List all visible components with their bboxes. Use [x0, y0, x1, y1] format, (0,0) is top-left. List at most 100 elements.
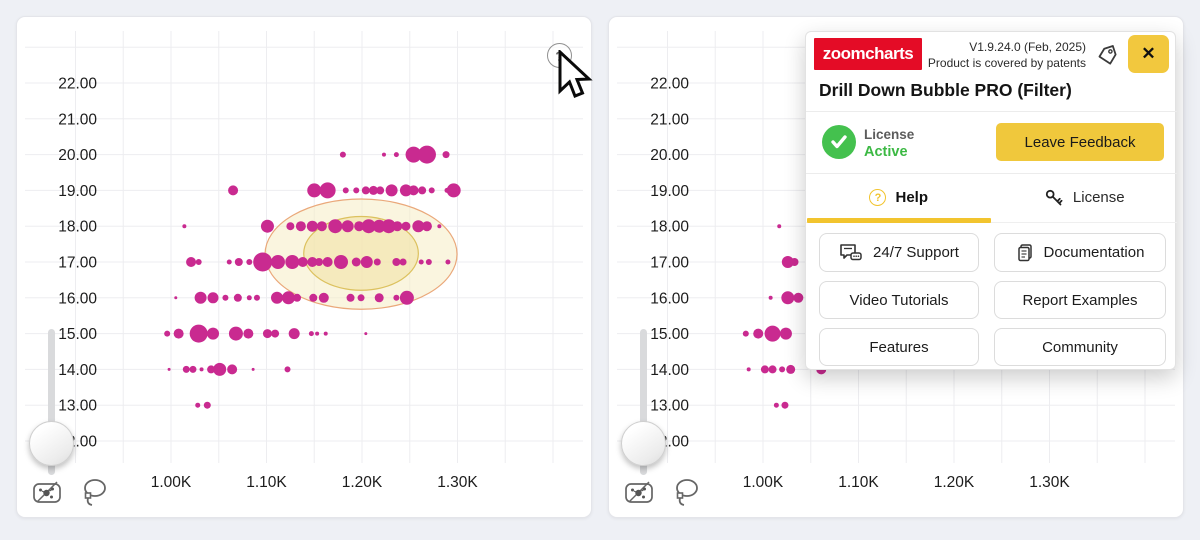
data-bubble[interactable] — [234, 294, 242, 302]
graph-mode-button[interactable] — [621, 475, 657, 511]
data-bubble[interactable] — [309, 294, 317, 302]
data-bubble[interactable] — [296, 221, 306, 231]
lasso-select-button[interactable] — [77, 475, 113, 511]
data-bubble[interactable] — [271, 330, 279, 338]
data-bubble[interactable] — [174, 296, 177, 299]
data-bubble[interactable] — [253, 253, 272, 272]
data-bubble[interactable] — [779, 366, 785, 372]
data-bubble[interactable] — [328, 219, 342, 233]
data-bubble[interactable] — [753, 329, 763, 339]
data-bubble[interactable] — [382, 153, 386, 157]
data-bubble[interactable] — [419, 260, 424, 265]
data-bubble[interactable] — [271, 292, 283, 304]
tab-help[interactable]: ? Help — [806, 173, 992, 222]
leave-feedback-button[interactable]: Leave Feedback — [996, 123, 1164, 161]
data-bubble[interactable] — [200, 367, 204, 371]
data-bubble[interactable] — [422, 221, 432, 231]
data-bubble[interactable] — [190, 325, 208, 343]
data-bubble[interactable] — [261, 220, 274, 233]
data-bubble[interactable] — [443, 151, 450, 158]
data-bubble[interactable] — [791, 258, 799, 266]
data-bubble[interactable] — [394, 152, 399, 157]
data-bubble[interactable] — [747, 367, 751, 371]
data-bubble[interactable] — [174, 329, 184, 339]
documentation-button[interactable]: Documentation — [994, 233, 1166, 272]
data-bubble[interactable] — [227, 260, 232, 265]
data-bubble[interactable] — [392, 221, 402, 231]
data-bubble[interactable] — [298, 257, 308, 267]
data-bubble[interactable] — [352, 258, 361, 267]
data-bubble[interactable] — [195, 403, 200, 408]
data-bubble[interactable] — [769, 296, 773, 300]
data-bubble[interactable] — [393, 295, 399, 301]
data-bubble[interactable] — [400, 291, 414, 305]
data-bubble[interactable] — [207, 328, 219, 340]
data-bubble[interactable] — [285, 255, 299, 269]
data-bubble[interactable] — [780, 328, 792, 340]
data-bubble[interactable] — [362, 186, 370, 194]
data-bubble[interactable] — [340, 152, 346, 158]
data-bubble[interactable] — [786, 365, 795, 374]
data-bubble[interactable] — [243, 329, 253, 339]
data-bubble[interactable] — [342, 220, 354, 232]
data-bubble[interactable] — [246, 259, 252, 265]
data-bubble[interactable] — [271, 255, 285, 269]
data-bubble[interactable] — [347, 294, 355, 302]
data-bubble[interactable] — [189, 366, 196, 373]
data-bubble[interactable] — [400, 259, 407, 266]
data-bubble[interactable] — [401, 222, 410, 231]
report-examples-button[interactable]: Report Examples — [994, 281, 1166, 319]
support-button[interactable]: 24/7 Support — [819, 233, 979, 272]
tab-license[interactable]: License — [992, 173, 1178, 222]
data-bubble[interactable] — [319, 293, 329, 303]
data-bubble[interactable] — [777, 224, 781, 228]
data-bubble[interactable] — [437, 224, 441, 228]
data-bubble[interactable] — [353, 187, 359, 193]
data-bubble[interactable] — [429, 187, 435, 193]
zoom-slider-handle[interactable] — [29, 421, 74, 466]
data-bubble[interactable] — [426, 259, 432, 265]
data-bubble[interactable] — [317, 221, 327, 231]
data-bubble[interactable] — [765, 326, 781, 342]
data-bubble[interactable] — [183, 366, 190, 373]
close-button[interactable]: ✕ — [1128, 35, 1169, 73]
data-bubble[interactable] — [186, 257, 196, 267]
data-bubble[interactable] — [386, 184, 398, 196]
data-bubble[interactable] — [781, 402, 788, 409]
data-bubble[interactable] — [252, 368, 255, 371]
data-bubble[interactable] — [213, 363, 226, 376]
data-bubble[interactable] — [445, 260, 450, 265]
data-bubble[interactable] — [334, 255, 348, 269]
data-bubble[interactable] — [247, 295, 252, 300]
data-bubble[interactable] — [315, 258, 323, 266]
data-bubble[interactable] — [324, 332, 328, 336]
data-bubble[interactable] — [282, 291, 295, 304]
data-bubble[interactable] — [168, 368, 171, 371]
data-bubble[interactable] — [229, 327, 243, 341]
data-bubble[interactable] — [293, 294, 301, 302]
data-bubble[interactable] — [208, 292, 219, 303]
data-bubble[interactable] — [343, 187, 349, 193]
data-bubble[interactable] — [375, 293, 384, 302]
data-bubble[interactable] — [286, 222, 294, 230]
data-bubble[interactable] — [228, 185, 238, 195]
lasso-select-button[interactable] — [669, 475, 705, 511]
data-bubble[interactable] — [374, 259, 381, 266]
data-bubble[interactable] — [774, 403, 779, 408]
data-bubble[interactable] — [364, 332, 367, 335]
data-bubble[interactable] — [323, 257, 333, 267]
data-bubble[interactable] — [743, 331, 749, 337]
video-tutorials-button[interactable]: Video Tutorials — [819, 281, 979, 319]
data-bubble[interactable] — [418, 146, 436, 164]
data-bubble[interactable] — [358, 294, 365, 301]
data-bubble[interactable] — [376, 186, 384, 194]
data-bubble[interactable] — [418, 186, 426, 194]
data-bubble[interactable] — [164, 331, 170, 337]
features-button[interactable]: Features — [819, 328, 979, 366]
data-bubble[interactable] — [195, 292, 207, 304]
zoom-slider-handle[interactable] — [621, 421, 666, 466]
data-bubble[interactable] — [307, 183, 321, 197]
graph-mode-button[interactable] — [29, 475, 65, 511]
data-bubble[interactable] — [781, 291, 794, 304]
data-bubble[interactable] — [182, 224, 186, 228]
